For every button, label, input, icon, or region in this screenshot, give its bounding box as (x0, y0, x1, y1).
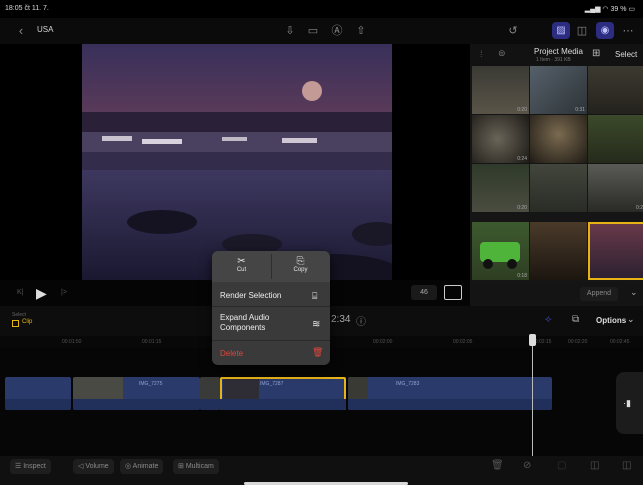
trash-icon[interactable]: 🗑︎ (491, 460, 504, 471)
info-icon[interactable]: ⓘ (356, 313, 366, 328)
copy-icon: ⎘ (296, 256, 305, 267)
media-thumbnail[interactable]: 0:24 (472, 115, 529, 163)
media-thumbnail[interactable]: 0:31 (530, 66, 587, 114)
media-thumbnail[interactable] (530, 164, 587, 212)
select-button[interactable]: Select (615, 50, 637, 59)
media-thumbnail[interactable]: 0:18 (472, 222, 529, 280)
viewer-frame (82, 44, 392, 280)
clip-mode-icon[interactable] (12, 320, 19, 327)
expand-audio-icon: ≋ (312, 319, 321, 330)
sidebar-toggle-icon[interactable]: ⁞ (480, 49, 483, 59)
share-icon[interactable]: ⇧ (354, 24, 368, 38)
project-title[interactable]: USA (37, 25, 53, 34)
scissors-icon: ✂ (237, 256, 246, 267)
status-bar: 18:05 čt 11. 7. ▂▄▆ ◠ 39 % ▭ (0, 0, 643, 18)
more-icon[interactable]: ⋯ (621, 24, 635, 38)
media-library-icon[interactable]: ◫ (575, 24, 589, 38)
timeline-clip[interactable] (5, 377, 71, 410)
timeline-clip[interactable] (200, 377, 220, 410)
inspect-button[interactable]: ☰ Inspect (10, 459, 51, 474)
green-car-image (480, 242, 520, 269)
media-title: Project Media (534, 47, 583, 56)
render-icon: ⌸ (312, 291, 318, 301)
media-thumbnail-selected[interactable] (588, 222, 643, 280)
back-chevron-icon[interactable]: ‹ (14, 24, 28, 38)
media-browser-header: ⁞ ⊜ Project Media 1 Item · 391 KB ⊞ Sele… (470, 44, 643, 66)
slider-knob-icon[interactable]: ·▮ (623, 398, 631, 409)
volume-slider[interactable]: ·▮ (616, 372, 643, 434)
media-thumbnail[interactable]: 0:20 (472, 66, 529, 114)
media-subtitle: 1 Item · 391 KB (536, 57, 571, 63)
status-indicators: ▂▄▆ ◠ 39 % ▭ (584, 6, 635, 13)
voiceover-icon[interactable]: Ⓐ (330, 24, 344, 38)
options-chevron-icon[interactable]: ⌄ (627, 314, 635, 325)
skip-back-icon[interactable]: K| (17, 289, 24, 296)
top-bar: ‹ USA ⇩ ▭ Ⓐ ⇧ ↺ ▨ ◫ ◉ ⋯ (0, 18, 643, 44)
filter-icon[interactable]: ⊜ (498, 48, 506, 59)
inspector-toggle-icon[interactable]: ◉ (596, 22, 614, 39)
clip-mode-label[interactable]: Clip (22, 319, 32, 325)
play-icon[interactable]: ▶ (36, 285, 47, 302)
copy-button[interactable]: ⎘ Copy (271, 251, 330, 282)
chevron-down-icon[interactable]: ⌄ (630, 287, 638, 298)
media-thumbnail[interactable] (530, 222, 587, 280)
split-icon[interactable]: ◫ (590, 460, 599, 471)
cut-button[interactable]: ✂ Cut (212, 251, 271, 282)
disable-icon[interactable]: ⊘ (523, 460, 531, 471)
multicam-button[interactable]: ⊞ Multicam (173, 459, 219, 474)
timeline-clip[interactable]: IMG_7275 (73, 377, 200, 410)
media-browser-footer: Append ⌄ (470, 282, 643, 306)
layout-icon[interactable]: ◫ (622, 460, 631, 471)
camera-icon[interactable]: ▭ (306, 24, 320, 38)
snapping-icon[interactable]: ⧉ (572, 314, 579, 325)
media-thumbnail[interactable] (588, 115, 643, 163)
harbor-sunset-image (82, 44, 392, 280)
options-button[interactable]: Options (596, 316, 626, 325)
select-mode-label: Select (12, 312, 26, 318)
delete-trash-icon: 🗑︎ (312, 347, 324, 357)
media-thumbnail[interactable]: 0:2 (588, 164, 643, 212)
undo-icon[interactable]: ↺ (506, 24, 520, 38)
fullscreen-icon[interactable] (444, 285, 462, 300)
append-button[interactable]: Append (580, 287, 618, 301)
photos-icon[interactable]: ▨ (552, 22, 570, 39)
skip-forward-icon[interactable]: |> (61, 289, 67, 296)
status-time: 18:05 čt 11. 7. (5, 5, 49, 12)
import-icon[interactable]: ⇩ (283, 24, 297, 38)
timeline-clip[interactable]: IMG_7283 (348, 377, 552, 410)
media-thumbnail[interactable]: 0:20 (472, 164, 529, 212)
playhead[interactable] (532, 336, 533, 456)
zoom-level[interactable]: 46 (411, 285, 437, 300)
animate-button[interactable]: ◎ Animate (120, 459, 164, 474)
connection-icon[interactable]: ⟡ (545, 314, 552, 325)
timecode: 2:34 (331, 314, 351, 325)
grid-view-icon[interactable]: ⊞ (592, 48, 600, 59)
media-thumbnail[interactable] (588, 66, 643, 114)
media-thumbnail[interactable] (530, 115, 587, 163)
render-selection-item[interactable]: Render Selection ⌸ (220, 291, 320, 301)
context-menu: ✂ Cut ⎘ Copy Render Selection ⌸ Expand A… (212, 251, 330, 365)
detach-icon[interactable]: ▢ (557, 460, 566, 471)
playhead-handle[interactable] (529, 334, 536, 346)
volume-button[interactable]: ◁ Volume (73, 459, 114, 474)
expand-audio-item[interactable]: Expand Audio Components (220, 313, 306, 333)
timeline-clip-selected[interactable]: IMG_7287 (220, 377, 346, 410)
